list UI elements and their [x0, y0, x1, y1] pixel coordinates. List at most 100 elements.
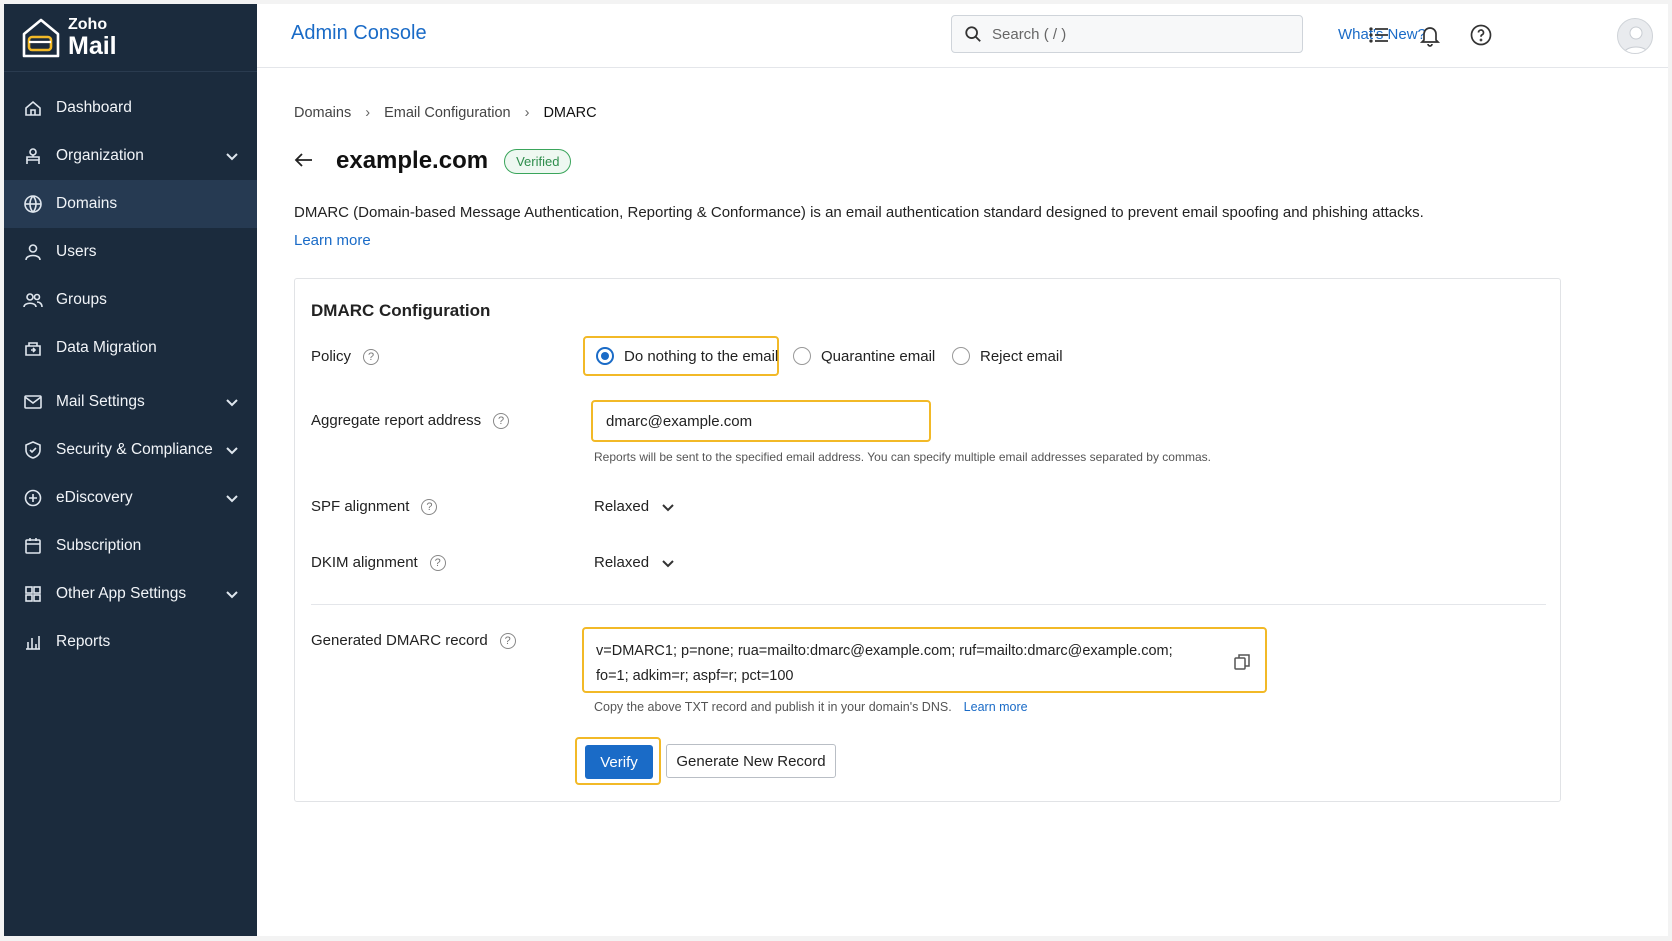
radio-unchecked-icon[interactable]: [793, 347, 811, 365]
breadcrumb-separator: ›: [524, 105, 530, 121]
policy-option-quarantine[interactable]: Quarantine email: [793, 347, 935, 365]
sidebar-item-users[interactable]: Users: [4, 228, 257, 276]
verify-highlight: Verify: [575, 737, 661, 785]
breadcrumb-current: DMARC: [543, 105, 597, 121]
logo-text-small: Zoho: [68, 15, 108, 33]
aggregate-hint: Reports will be sent to the specified em…: [594, 450, 1211, 464]
breadcrumb-email-configuration[interactable]: Email Configuration: [384, 105, 511, 121]
dkim-label-row: DKIM alignment ?: [311, 554, 446, 571]
sidebar-item-reports[interactable]: Reports: [4, 618, 257, 666]
policy-help-icon[interactable]: ?: [363, 348, 380, 365]
notifications-bell-icon[interactable]: [1417, 22, 1443, 48]
aggregate-report-input[interactable]: [593, 402, 929, 440]
sidebar-item-label: eDiscovery: [56, 489, 133, 506]
dkim-alignment-label: DKIM alignment: [311, 554, 418, 571]
record-label-row: Generated DMARC record ?: [311, 632, 516, 649]
dkim-help-icon[interactable]: ?: [429, 554, 446, 571]
user-icon: [22, 241, 44, 263]
apps-grid-icon: [22, 583, 44, 605]
mail-icon: [22, 391, 44, 413]
sidebar-item-security-compliance[interactable]: Security & Compliance: [4, 426, 257, 474]
policy-label: Policy: [311, 348, 352, 365]
sidebar-item-label: Dashboard: [56, 99, 132, 116]
sidebar-item-groups[interactable]: Groups: [4, 276, 257, 324]
radio-unchecked-icon[interactable]: [952, 347, 970, 365]
breadcrumb-domains[interactable]: Domains: [294, 105, 351, 121]
sidebar-item-label: Users: [56, 243, 97, 260]
logo-text-big: Mail: [68, 31, 117, 60]
status-badge: Verified: [504, 148, 572, 174]
sidebar-item-label: Groups: [56, 291, 107, 308]
dmarc-record-text[interactable]: v=DMARC1; p=none; rua=mailto:dmarc@examp…: [596, 639, 1219, 689]
verify-button[interactable]: Verify: [585, 745, 653, 779]
section-divider: [311, 604, 1546, 605]
aggregate-help-icon[interactable]: ?: [493, 412, 510, 429]
app-title[interactable]: Admin Console: [291, 22, 427, 45]
aggregate-input-highlight: [591, 400, 931, 442]
copy-learn-more-link[interactable]: Learn more: [964, 700, 1028, 714]
sidebar: Zoho Mail Dashboard Organization Domains Us…: [4, 4, 257, 936]
chevron-down-icon[interactable]: [225, 587, 239, 601]
chevron-down-icon[interactable]: [225, 395, 239, 409]
spf-label-row: SPF alignment ?: [311, 498, 438, 515]
record-help-icon[interactable]: ?: [499, 632, 516, 649]
dmarc-record-box: v=DMARC1; p=none; rua=mailto:dmarc@examp…: [582, 627, 1267, 693]
page-title-row: example.com Verified: [292, 147, 572, 175]
sidebar-nav: Dashboard Organization Domains Users Groups D…: [4, 84, 257, 666]
spf-alignment-value: Relaxed: [594, 498, 650, 515]
radio-checked-icon[interactable]: [596, 347, 614, 365]
sidebar-item-label: Other App Settings: [56, 585, 187, 602]
tasks-list-icon[interactable]: [1366, 22, 1392, 48]
help-icon[interactable]: [1468, 22, 1494, 48]
sidebar-item-domains[interactable]: Domains: [4, 180, 257, 228]
top-header: Admin Console What's New?: [257, 4, 1668, 68]
sidebar-item-label: Organization: [56, 147, 144, 164]
dmarc-description: DMARC (Domain-based Message Authenticati…: [294, 204, 1424, 221]
sidebar-item-organization[interactable]: Organization: [4, 132, 257, 180]
sidebar-item-data-migration[interactable]: Data Migration: [4, 324, 257, 372]
policy-option-reject[interactable]: Reject email: [952, 347, 1063, 365]
zoho-mail-logo[interactable]: Zoho Mail: [4, 4, 257, 72]
learn-more-link[interactable]: Learn more: [294, 232, 371, 249]
search-icon: [965, 26, 981, 42]
search-input[interactable]: [992, 25, 1272, 43]
user-avatar[interactable]: [1617, 18, 1653, 54]
back-arrow-icon[interactable]: [292, 148, 318, 174]
spf-alignment-select[interactable]: Relaxed: [594, 498, 675, 515]
sidebar-item-subscription[interactable]: Subscription: [4, 522, 257, 570]
chevron-down-icon: [662, 559, 674, 567]
generate-new-record-button[interactable]: Generate New Record: [666, 744, 836, 778]
chevron-down-icon[interactable]: [225, 491, 239, 505]
groups-icon: [22, 289, 44, 311]
sidebar-item-dashboard[interactable]: Dashboard: [4, 84, 257, 132]
dmarc-configuration-card: DMARC Configuration Policy ? Do nothing …: [294, 278, 1561, 802]
chevron-down-icon[interactable]: [225, 149, 239, 163]
sidebar-item-other-app-settings[interactable]: Other App Settings: [4, 570, 257, 618]
sidebar-item-label: Subscription: [56, 537, 142, 554]
dkim-alignment-select[interactable]: Relaxed: [594, 554, 675, 571]
generated-record-label: Generated DMARC record: [311, 632, 488, 649]
policy-option-label: Quarantine email: [821, 347, 936, 365]
sidebar-item-label: Reports: [56, 633, 111, 650]
chart-icon: [22, 631, 44, 653]
policy-option-none[interactable]: Do nothing to the email: [596, 347, 778, 365]
sidebar-item-label: Data Migration: [56, 339, 157, 356]
chevron-down-icon[interactable]: [225, 443, 239, 457]
breadcrumb-separator: ›: [365, 105, 371, 121]
app-window: Zoho Mail Dashboard Organization Domains Us…: [4, 4, 1668, 936]
card-title: DMARC Configuration: [311, 301, 491, 320]
organization-icon: [22, 145, 44, 167]
dmarc-record-line: fo=1; adkim=r; aspf=r; pct=100: [596, 668, 794, 684]
ediscovery-icon: [22, 487, 44, 509]
copy-icon[interactable]: [1233, 653, 1251, 671]
calendar-icon: [22, 535, 44, 557]
avatar-silhouette-icon: [1623, 26, 1649, 53]
spf-help-icon[interactable]: ?: [421, 498, 438, 515]
aggregate-report-label: Aggregate report address: [311, 412, 482, 429]
sidebar-item-mail-settings[interactable]: Mail Settings: [4, 378, 257, 426]
policy-option-label: Reject email: [980, 347, 1063, 365]
sidebar-item-ediscovery[interactable]: eDiscovery: [4, 474, 257, 522]
spf-alignment-label: SPF alignment: [311, 498, 410, 515]
policy-option-label: Do nothing to the email: [624, 347, 779, 365]
search-box[interactable]: [951, 15, 1303, 53]
